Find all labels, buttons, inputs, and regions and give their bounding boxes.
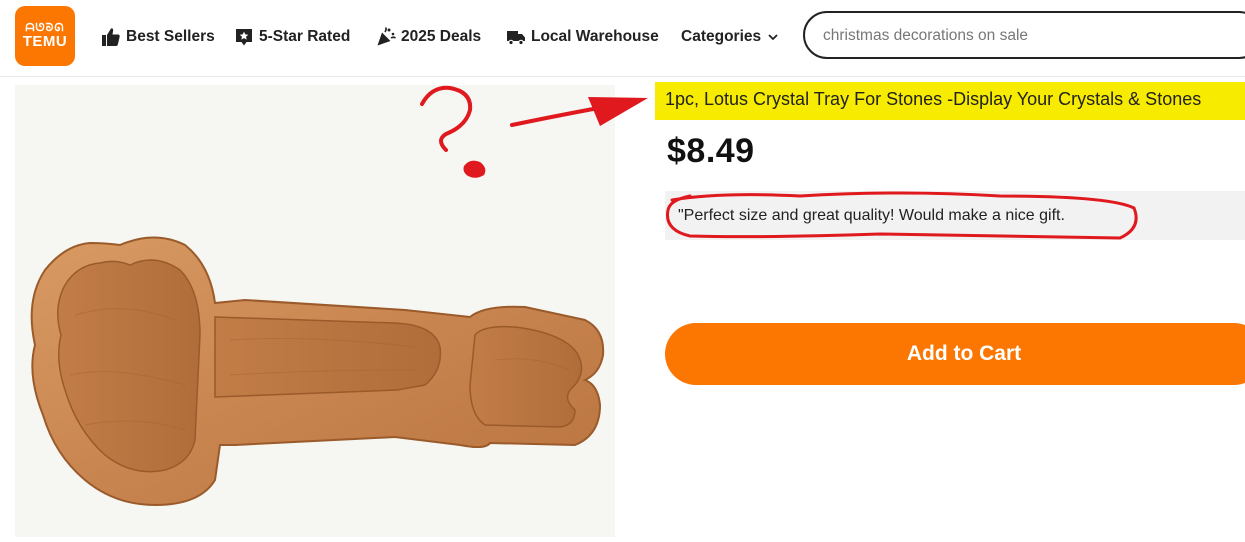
chevron-down-icon bbox=[768, 34, 778, 41]
nav-five-star-rated[interactable]: 5-Star Rated bbox=[234, 24, 350, 50]
party-popper-icon bbox=[377, 27, 396, 46]
nav-categories[interactable]: Categories bbox=[681, 24, 780, 50]
review-snippet-text: "Perfect size and great quality! Would m… bbox=[678, 207, 1065, 224]
product-image[interactable] bbox=[15, 85, 615, 537]
nav-best-sellers[interactable]: Best Sellers bbox=[101, 24, 215, 50]
nav-2025-deals[interactable]: 2025 Deals bbox=[376, 24, 481, 50]
search-input[interactable] bbox=[821, 23, 1225, 49]
nav-best-sellers-label: Best Sellers bbox=[126, 28, 215, 45]
logo-word: TEMU bbox=[22, 32, 68, 50]
nav-local-warehouse-label: Local Warehouse bbox=[531, 28, 659, 45]
logo-glyphs: ᗩᘎᘐᘏ bbox=[25, 21, 65, 34]
search-bar[interactable] bbox=[803, 11, 1245, 59]
nav-categories-label: Categories bbox=[681, 28, 762, 45]
temu-logo[interactable]: ᗩᘎᘐᘏ TEMU bbox=[15, 6, 75, 66]
add-to-cart-label: Add to Cart bbox=[906, 342, 1022, 365]
nav-five-star-rated-label: 5-Star Rated bbox=[259, 28, 351, 45]
top-header: ᗩᘎᘐᘏ TEMU Best Sellers 5-Star Rated 2025… bbox=[0, 0, 1245, 77]
thumbs-up-icon bbox=[102, 28, 120, 46]
product-price: $8.49 bbox=[667, 132, 755, 170]
wooden-tray-illustration bbox=[30, 236, 605, 507]
add-to-cart-button[interactable]: Add to Cart bbox=[665, 323, 1245, 385]
nav-2025-deals-label: 2025 Deals bbox=[401, 28, 482, 45]
delivery-truck-icon bbox=[507, 31, 525, 46]
product-title: 1pc, Lotus Crystal Tray For Stones -Disp… bbox=[665, 89, 1202, 109]
star-badge-icon bbox=[236, 29, 252, 46]
nav-local-warehouse[interactable]: Local Warehouse bbox=[506, 24, 659, 50]
